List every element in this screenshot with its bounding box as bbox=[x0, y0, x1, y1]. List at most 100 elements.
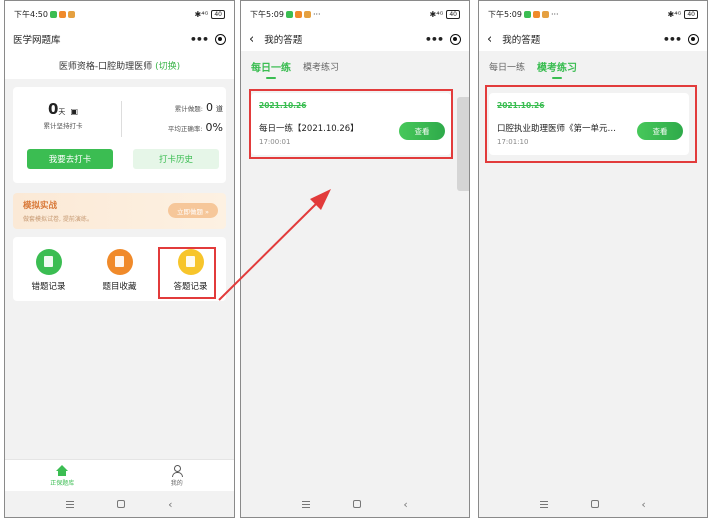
home-button-icon[interactable] bbox=[117, 500, 126, 508]
wrong-record-icon bbox=[35, 248, 62, 275]
favorites-icon bbox=[106, 248, 133, 275]
status-time: 下午4:50 bbox=[14, 9, 48, 19]
wrong-record-entry[interactable]: 错题记录 bbox=[19, 248, 79, 292]
notification-icon bbox=[303, 10, 311, 18]
signal-icon: ✱⁴ᴳ bbox=[429, 9, 444, 19]
miniapp-capsule: ••• bbox=[663, 33, 699, 46]
signal-icon: ✱⁴ᴳ bbox=[667, 9, 682, 19]
navbar: ‹ 我的答题 ••• bbox=[479, 27, 707, 51]
tab-daily-practice[interactable]: 每日一练 bbox=[489, 60, 525, 73]
notification-icon bbox=[541, 10, 549, 18]
function-label: 错题记录 bbox=[31, 281, 66, 292]
mock-title: 模拟实战 bbox=[23, 201, 58, 211]
page-title: 医学网题库 bbox=[13, 35, 61, 46]
bottom-tabbar: 正保题库 我的 bbox=[5, 459, 234, 491]
more-icon[interactable]: ••• bbox=[425, 33, 444, 46]
home-button-icon[interactable] bbox=[590, 500, 599, 508]
phone-screen-daily-records: 下午5:09 ··· ✱⁴ᴳ 40 ‹ 我的答题 ••• 每日一练 模考练习 2… bbox=[240, 0, 470, 518]
battery-icon: 40 bbox=[446, 9, 460, 19]
function-label: 题目收藏 bbox=[102, 281, 137, 292]
record-tabs: 每日一练 模考练习 bbox=[241, 51, 469, 81]
qualification-row: 医师资格-口腔助理医师 (切换) bbox=[5, 51, 234, 79]
user-icon bbox=[171, 464, 183, 477]
status-bar: 下午5:09 ··· ✱⁴ᴳ 40 bbox=[479, 1, 707, 27]
status-bar: 下午5:09 ··· ✱⁴ᴳ 40 bbox=[241, 1, 469, 27]
signal-icon: ✱⁴ᴳ bbox=[194, 9, 209, 19]
switch-link[interactable]: (切换) bbox=[155, 59, 180, 72]
streak-unit: 天 bbox=[58, 108, 66, 116]
navbar: 医学网题库 ••• bbox=[5, 27, 234, 51]
qualification-label: 医师资格-口腔助理医师 bbox=[58, 61, 153, 72]
notification-icon bbox=[285, 10, 293, 18]
battery-icon: 40 bbox=[211, 9, 225, 19]
system-nav-bar: ‹ bbox=[241, 491, 469, 517]
highlight-box bbox=[485, 85, 697, 163]
notification-icon bbox=[49, 10, 57, 18]
tab-label: 正保题库 bbox=[50, 479, 75, 487]
accuracy-stat: 平均正确率: 0% bbox=[131, 121, 223, 134]
more-icon[interactable]: ••• bbox=[663, 33, 682, 46]
phone-screen-home: 下午4:50 ✱⁴ᴳ 40 医学网题库 ••• 医师资格-口腔助理医师 (切换)… bbox=[4, 0, 235, 518]
page-title: 我的答题 bbox=[502, 35, 541, 46]
total-label: 累计做题: bbox=[174, 105, 203, 113]
back-nav-icon[interactable]: ‹ bbox=[403, 499, 407, 510]
side-panel bbox=[457, 97, 469, 191]
notification-icon bbox=[294, 10, 302, 18]
close-miniapp-icon[interactable] bbox=[450, 33, 461, 45]
home-icon bbox=[56, 464, 69, 476]
divider bbox=[121, 101, 122, 137]
navbar: ‹ 我的答题 ••• bbox=[241, 27, 469, 51]
status-time: 下午5:09 bbox=[488, 9, 522, 19]
tab-home[interactable]: 正保题库 bbox=[5, 460, 120, 491]
mock-subtitle: 做套模拟试卷, 提前演练。 bbox=[23, 216, 93, 223]
tab-mock-practice[interactable]: 模考练习 bbox=[303, 60, 339, 73]
streak-block: 0天 ▣ 累计坚持打卡 bbox=[23, 99, 103, 130]
notification-icon bbox=[67, 10, 75, 18]
home-button-icon[interactable] bbox=[352, 500, 361, 508]
menu-icon[interactable] bbox=[302, 500, 311, 508]
calendar-icon: ▣ bbox=[70, 107, 79, 116]
tab-mock-practice[interactable]: 模考练习 bbox=[537, 59, 577, 79]
mock-exam-banner[interactable]: 模拟实战 做套模拟试卷, 提前演练。 立即做题 » bbox=[13, 193, 226, 229]
notification-icon bbox=[532, 10, 540, 18]
total-questions-stat: 累计做题: 0道 bbox=[131, 101, 223, 114]
back-nav-icon[interactable]: ‹ bbox=[168, 499, 172, 510]
more-icon[interactable]: ••• bbox=[190, 33, 209, 46]
back-nav-icon[interactable]: ‹ bbox=[641, 499, 645, 510]
back-icon[interactable]: ‹ bbox=[249, 33, 254, 46]
tab-label: 我的 bbox=[170, 479, 183, 487]
page-title: 我的答题 bbox=[264, 35, 303, 46]
system-nav-bar: ‹ bbox=[5, 491, 234, 517]
notification-icon bbox=[523, 10, 531, 18]
close-miniapp-icon[interactable] bbox=[688, 33, 699, 45]
status-bar: 下午4:50 ✱⁴ᴳ 40 bbox=[5, 1, 234, 27]
miniapp-capsule: ••• bbox=[425, 33, 461, 46]
phone-screen-mock-records: 下午5:09 ··· ✱⁴ᴳ 40 ‹ 我的答题 ••• 每日一练 模考练习 2… bbox=[478, 0, 708, 518]
streak-value: 0 bbox=[47, 100, 59, 118]
accuracy-value: 0% bbox=[205, 121, 223, 134]
battery-icon: 40 bbox=[684, 9, 698, 19]
back-icon[interactable]: ‹ bbox=[487, 33, 492, 46]
system-nav-bar: ‹ bbox=[479, 491, 707, 517]
checkin-history-button[interactable]: 打卡历史 bbox=[133, 149, 219, 169]
checkin-button[interactable]: 我要去打卡 bbox=[27, 149, 113, 169]
tab-daily-practice[interactable]: 每日一练 bbox=[251, 59, 291, 79]
status-time: 下午5:09 bbox=[250, 9, 284, 19]
close-miniapp-icon[interactable] bbox=[215, 33, 226, 45]
more-notifications-icon: ··· bbox=[550, 9, 559, 19]
highlight-box bbox=[249, 89, 453, 159]
streak-label: 累计坚持打卡 bbox=[43, 122, 83, 130]
miniapp-capsule: ••• bbox=[190, 33, 226, 46]
total-unit: 道 bbox=[216, 105, 223, 113]
menu-icon[interactable] bbox=[540, 500, 549, 508]
checkin-card: 0天 ▣ 累计坚持打卡 累计做题: 0道 平均正确率: 0% 我要去打卡 打卡历… bbox=[13, 87, 226, 183]
start-mock-button[interactable]: 立即做题 » bbox=[168, 203, 218, 218]
menu-icon[interactable] bbox=[66, 500, 75, 508]
highlight-box bbox=[158, 247, 216, 299]
total-value: 0 bbox=[206, 101, 213, 114]
more-notifications-icon: ··· bbox=[312, 9, 321, 19]
notification-icon bbox=[58, 10, 66, 18]
accuracy-label: 平均正确率: bbox=[167, 125, 203, 133]
favorites-entry[interactable]: 题目收藏 bbox=[90, 248, 150, 292]
tab-mine[interactable]: 我的 bbox=[120, 460, 235, 491]
